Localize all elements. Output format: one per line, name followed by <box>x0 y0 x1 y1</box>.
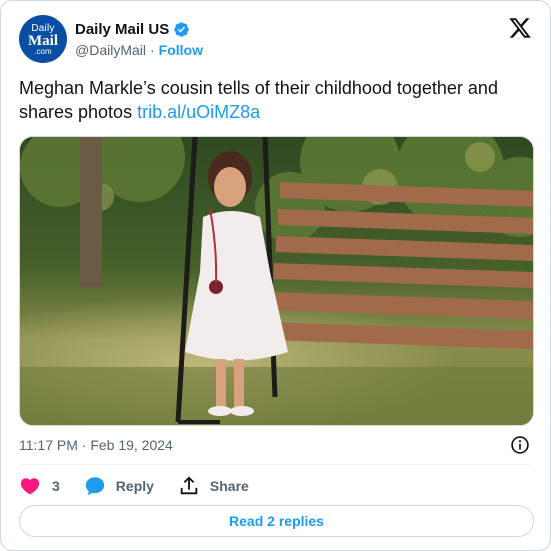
verified-badge-icon <box>173 21 190 38</box>
share-label: Share <box>209 478 249 494</box>
tweet-link[interactable]: trib.al/uOiMZ8a <box>137 102 260 122</box>
author-info: Daily Mail US @DailyMail · Follow <box>75 19 203 59</box>
reply-label: Reply <box>115 478 154 494</box>
timestamp[interactable]: 11:17 PM · Feb 19, 2024 <box>19 437 173 453</box>
action-bar: 3 Reply Share <box>19 473 249 499</box>
like-count: 3 <box>52 478 60 494</box>
x-logo-icon[interactable] <box>508 16 532 40</box>
avatar-text-line3: .com <box>34 47 52 56</box>
handle-row: @DailyMail · Follow <box>75 42 203 58</box>
display-name[interactable]: Daily Mail US <box>75 21 169 38</box>
read-replies-button[interactable]: Read 2 replies <box>19 505 534 537</box>
handle[interactable]: @DailyMail <box>75 42 146 58</box>
like-button[interactable]: 3 <box>19 475 60 497</box>
tweet-card: Daily Mail .com Daily Mail US @DailyMail… <box>0 0 551 551</box>
share-button[interactable]: Share <box>178 475 249 497</box>
tweet-photo[interactable] <box>19 136 534 426</box>
speech-bubble-icon <box>85 477 104 496</box>
follow-button[interactable]: Follow <box>159 42 203 58</box>
info-icon[interactable] <box>510 435 530 455</box>
photo-child-on-swing <box>20 137 533 425</box>
avatar[interactable]: Daily Mail .com <box>19 15 67 63</box>
tweet-text: Meghan Markle’s cousin tells of their ch… <box>19 76 534 124</box>
separator-dot: · <box>150 42 155 58</box>
name-row: Daily Mail US <box>75 19 203 39</box>
reply-button[interactable]: Reply <box>84 475 154 497</box>
tweet-header: Daily Mail .com Daily Mail US @DailyMail… <box>19 15 534 65</box>
heart-icon <box>20 478 40 495</box>
divider <box>19 464 532 465</box>
timestamp-row: 11:17 PM · Feb 19, 2024 <box>19 435 532 455</box>
avatar-text-line2: Mail <box>28 33 58 49</box>
share-upload-icon <box>180 476 198 495</box>
